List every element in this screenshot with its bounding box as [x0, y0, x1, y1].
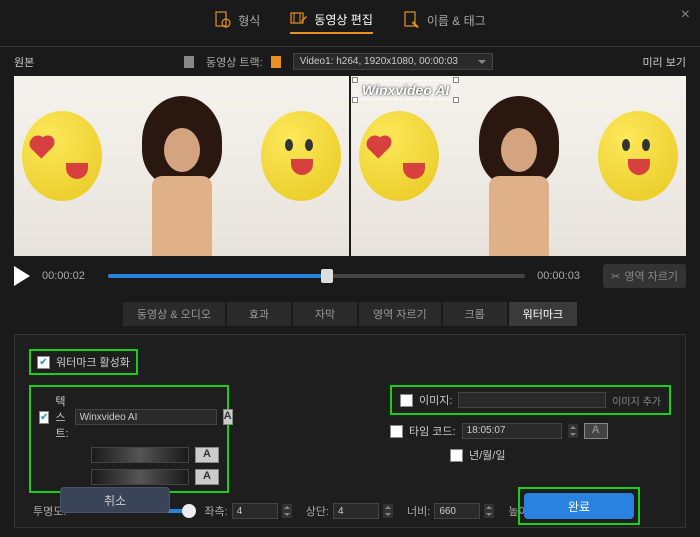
image-watermark-group: 이미지: 이미지 추가 [390, 385, 671, 415]
timecode-font-button[interactable]: A [584, 423, 608, 439]
tag-doc-icon [403, 11, 421, 29]
text-input-2[interactable] [91, 447, 189, 463]
font-button-3[interactable]: A [195, 469, 219, 485]
playback-slider[interactable] [108, 274, 525, 278]
enable-watermark-checkbox[interactable] [37, 356, 50, 369]
subtab-crop-area[interactable]: 영역 자르기 [359, 302, 441, 326]
ymd-checkbox[interactable] [450, 449, 463, 462]
subtab-watermark[interactable]: 워터마크 [509, 302, 577, 326]
done-highlight: 완료 [518, 487, 640, 525]
original-label: 원본 [14, 54, 34, 70]
playback-row: 00:00:02 00:00:03 ✂ 영역 자르기 [0, 256, 700, 296]
tab-format-label: 형식 [238, 12, 260, 29]
video-row: Winxvideo AI [0, 76, 700, 256]
timecode-select[interactable]: 18:05:07 [462, 423, 562, 439]
tab-name-tag[interactable]: 이름 & 태그 [403, 10, 486, 34]
text-input[interactable] [75, 409, 217, 425]
film-icon [184, 56, 194, 68]
font-button-1[interactable]: A [223, 409, 233, 425]
text-checkbox[interactable] [39, 411, 49, 424]
tab-name-tag-label: 이름 & 태그 [427, 12, 486, 29]
close-icon[interactable]: × [681, 6, 690, 24]
text-label: 텍스트: [55, 393, 68, 441]
preview-video: Winxvideo AI [351, 76, 686, 256]
top-tabs: 형식 동영상 편집 이름 & 태그 [0, 0, 700, 47]
text-column: 텍스트: A A A [29, 385, 310, 493]
slider-thumb[interactable] [321, 269, 333, 283]
timecode-row: 타임 코드: 18:05:07 A [390, 423, 671, 439]
image-checkbox[interactable] [400, 394, 413, 407]
preview-label: 미리 보기 [642, 54, 686, 70]
image-label: 이미지: [419, 392, 452, 408]
form-columns: 텍스트: A A A 이미지: 이미지 추가 [29, 385, 671, 493]
timecode-checkbox[interactable] [390, 425, 403, 438]
scissors-icon: ✂ [611, 270, 620, 283]
image-path-input[interactable] [458, 392, 606, 408]
gear-doc-icon [214, 11, 232, 29]
image-column: 이미지: 이미지 추가 타임 코드: 18:05:07 A 년/월/일 [390, 385, 671, 493]
sub-tabs: 동영상 & 오디오 효과 자막 영역 자르기 크롭 워터마크 [0, 296, 700, 332]
timecode-label: 타임 코드: [409, 423, 456, 439]
subtab-va[interactable]: 동영상 & 오디오 [123, 302, 225, 326]
text-input-3[interactable] [91, 469, 189, 485]
tab-edit-label: 동영상 편집 [314, 11, 373, 28]
footer: 취소 완료 [0, 487, 700, 525]
watermark-overlay-text: Winxvideo AI [362, 82, 449, 98]
watermark-overlay[interactable]: Winxvideo AI [355, 80, 456, 100]
text-watermark-group: 텍스트: A A A [29, 385, 229, 493]
original-video [14, 76, 349, 256]
add-image-button[interactable]: 이미지 추가 [612, 393, 661, 408]
font-button-2[interactable]: A [195, 447, 219, 463]
cancel-button[interactable]: 취소 [60, 487, 170, 513]
spin-down-icon[interactable] [568, 431, 578, 438]
subtab-subtitle[interactable]: 자막 [293, 302, 357, 326]
ymd-label: 년/월/일 [469, 447, 505, 463]
ymd-row: 년/월/일 [450, 447, 671, 463]
film-edit-icon [290, 10, 308, 28]
track-select[interactable]: Video1: h264, 1920x1080, 00:00:03 [293, 53, 493, 70]
enable-watermark-label: 워터마크 활성화 [56, 354, 130, 370]
timecode-spinner[interactable] [568, 424, 578, 438]
cut-label: 영역 자르기 [624, 268, 678, 284]
play-button[interactable] [14, 266, 30, 286]
track-row: 원본 동영상 트랙: Video1: h264, 1920x1080, 00:0… [0, 47, 700, 76]
spin-up-icon[interactable] [568, 424, 578, 431]
enable-watermark-group: 워터마크 활성화 [29, 349, 138, 375]
total-time: 00:00:03 [537, 270, 591, 282]
tab-edit[interactable]: 동영상 편집 [290, 10, 373, 34]
cut-area-button[interactable]: ✂ 영역 자르기 [603, 264, 686, 288]
tab-format[interactable]: 형식 [214, 10, 260, 34]
track-label: 동영상 트랙: [206, 54, 263, 70]
subtab-crop[interactable]: 크롭 [443, 302, 507, 326]
track-select-group: 동영상 트랙: Video1: h264, 1920x1080, 00:00:0… [184, 53, 493, 70]
done-button[interactable]: 완료 [524, 493, 634, 519]
film-thumb-icon [271, 56, 281, 68]
subtab-effect[interactable]: 효과 [227, 302, 291, 326]
current-time: 00:00:02 [42, 270, 96, 282]
